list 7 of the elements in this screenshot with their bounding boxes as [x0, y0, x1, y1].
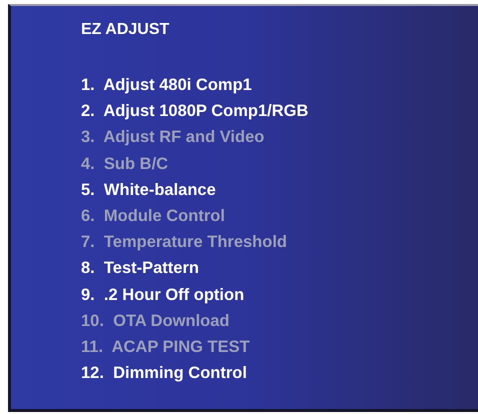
menu-item[interactable]: 1. Adjust 480i Comp1	[81, 72, 252, 98]
menu-item[interactable]: 8. Test-Pattern	[81, 255, 199, 282]
menu-title: EZ ADJUST	[81, 20, 170, 40]
menu-item[interactable]: 12. Dimming Control	[81, 360, 247, 386]
menu-item[interactable]: 9. .2 Hour Off option	[81, 282, 244, 308]
menu-item[interactable]: 2. Adjust 1080P Comp1/RGB	[81, 98, 308, 124]
menu-item[interactable]: 5. White-balance	[81, 176, 216, 204]
